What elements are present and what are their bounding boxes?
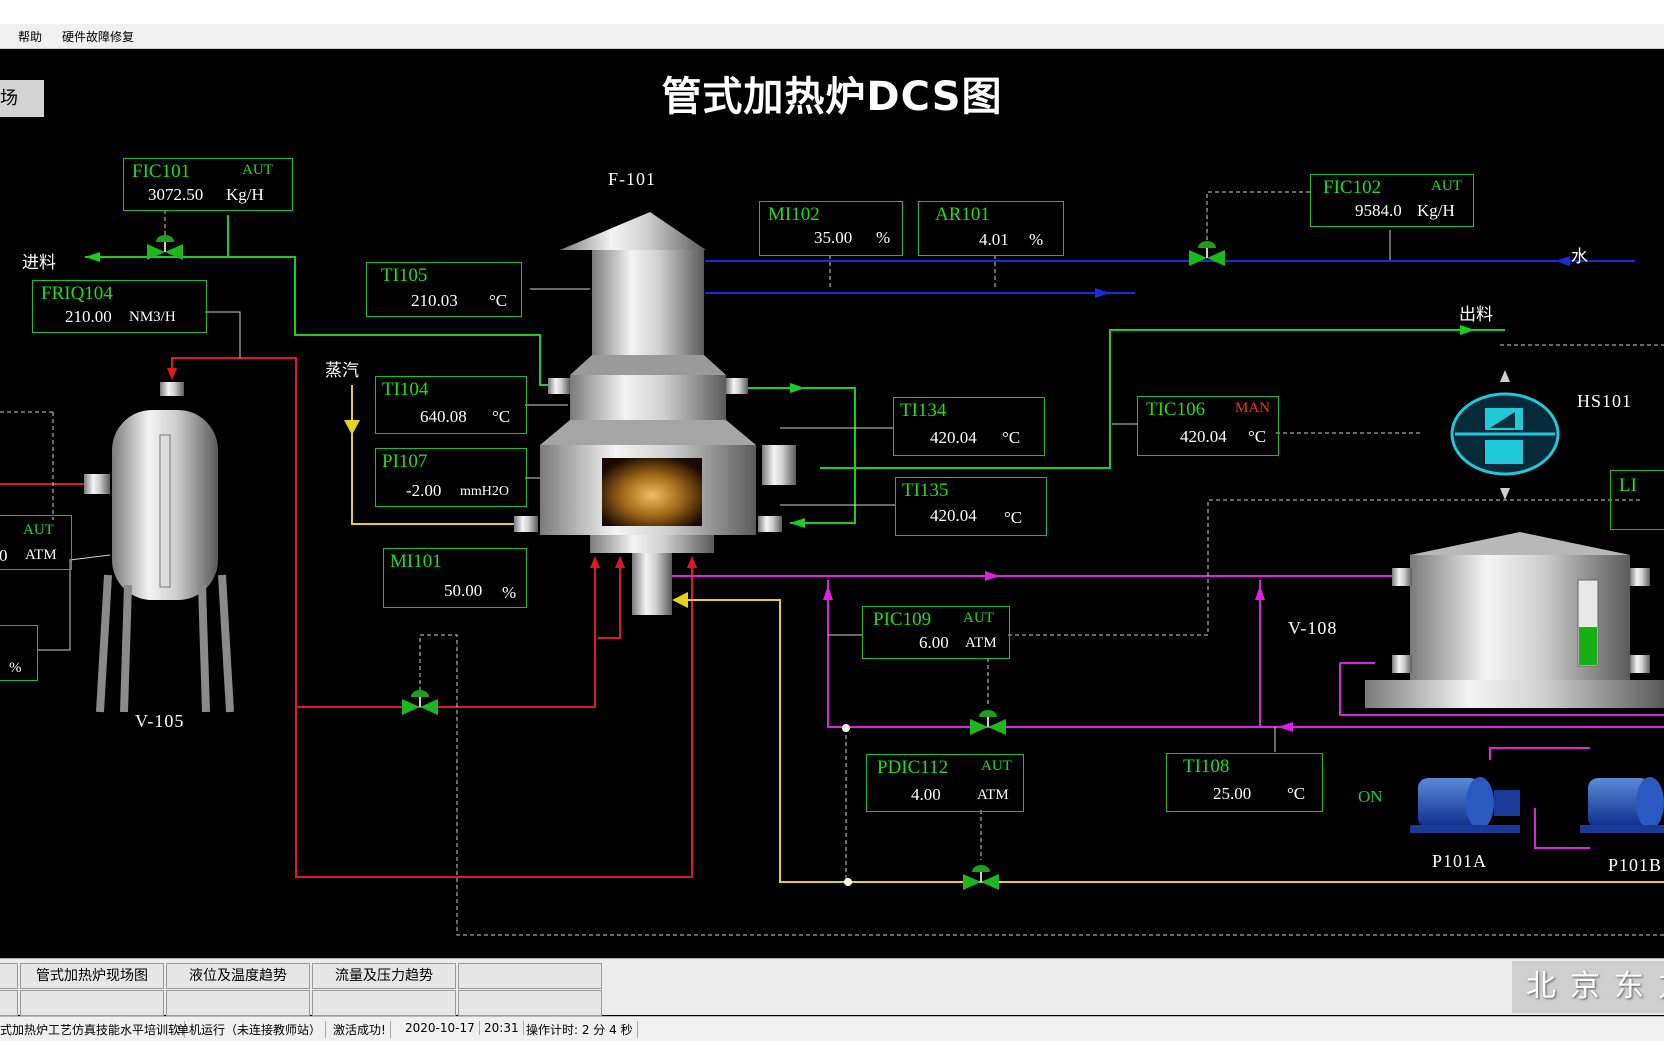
faceplate-fic101[interactable]: FIC101 AUT 3072.50 Kg/H: [123, 158, 293, 211]
status-app: 式加热炉工艺仿真技能水平培训软: [0, 1021, 186, 1038]
faceplate-pi107[interactable]: PI107 -2.00 mmH2O: [375, 448, 527, 507]
tab-blank-left-bottom[interactable]: [0, 990, 18, 1016]
pump-p101a: [1410, 777, 1520, 833]
status-date: 2020-10-17: [405, 1021, 480, 1035]
water-lines: [705, 260, 1635, 294]
tank-v108: [1365, 532, 1664, 708]
tab-blank-left-top[interactable]: [0, 963, 18, 989]
label-v108: V-108: [1288, 618, 1338, 638]
faceplate-mi102[interactable]: MI102 35.00 %: [759, 201, 903, 256]
label-water: 水: [1571, 247, 1588, 267]
menu-bar: 帮助 硬件故障修复: [0, 24, 1664, 49]
tab-level-temp-trend[interactable]: 液位及温度趋势: [166, 963, 310, 989]
exchanger-hs101: [1450, 370, 1560, 500]
status-activation: 激活成功!: [333, 1021, 391, 1038]
faceplate-left-pct[interactable]: %: [0, 625, 38, 681]
furnace-f101: [514, 212, 796, 615]
pump-p101b: [1580, 777, 1664, 833]
label-v105: V-105: [135, 711, 185, 731]
tab-blank-5[interactable]: [458, 990, 602, 1016]
v108-level-fill: [1579, 627, 1597, 665]
vessel-v105: [84, 382, 234, 713]
brand-logo-text: 北京东方: [1512, 961, 1664, 1013]
window-titlebar: [0, 0, 1664, 24]
label-p101a: P101A: [1432, 851, 1488, 871]
faceplate-fic102[interactable]: FIC102 AUT 9584.0 Kg/H: [1310, 174, 1474, 227]
page-title: 管式加热炉DCS图: [661, 74, 1003, 120]
menu-help[interactable]: 帮助: [18, 28, 42, 45]
label-product-out: 出料: [1459, 305, 1493, 325]
tab-blank-3[interactable]: [166, 990, 310, 1016]
faceplate-left-aut[interactable]: AUT 0 ATM: [0, 515, 72, 570]
tab-blank-1[interactable]: [458, 963, 602, 989]
faceplate-friq104[interactable]: FRIQ104 210.00 NM3/H: [32, 280, 207, 333]
tab-flow-pressure-trend[interactable]: 流量及压力趋势: [312, 963, 456, 989]
status-bar: 式加热炉工艺仿真技能水平培训软 单机运行（未连接教师站） 激活成功! 2020-…: [0, 1016, 1664, 1041]
tab-blank-2[interactable]: [20, 990, 164, 1016]
faceplate-ti108[interactable]: TI108 25.00 °C: [1166, 753, 1323, 812]
faceplate-ti134[interactable]: TI134 420.04 °C: [893, 397, 1045, 456]
faceplate-ti135[interactable]: TI135 420.04 °C: [895, 477, 1047, 536]
faceplate-mi101[interactable]: MI101 50.00 %: [383, 548, 527, 608]
tab-blank-4[interactable]: [312, 990, 456, 1016]
faceplate-ti105[interactable]: TI105 210.03 °C: [366, 262, 522, 317]
faceplate-pic109[interactable]: PIC109 AUT 6.00 ATM: [862, 606, 1010, 659]
label-pump-on: ON: [1358, 787, 1383, 806]
label-f101: F-101: [608, 169, 657, 189]
bottom-tab-bar: 管式加热炉现场图 液位及温度趋势 流量及压力趋势: [0, 958, 1664, 1016]
label-p101b: P101B: [1608, 855, 1663, 875]
menu-hardware-repair[interactable]: 硬件故障修复: [62, 28, 134, 45]
status-mode: 单机运行（未连接教师站）: [177, 1021, 327, 1038]
label-hs101: HS101: [1577, 391, 1633, 411]
label-steam: 蒸汽: [325, 361, 359, 381]
label-feed-in: 进料: [22, 253, 56, 273]
status-op-timer: 操作计时: 2 分 4 秒: [526, 1021, 638, 1038]
faceplate-ar101[interactable]: AR101 4.01 %: [918, 201, 1064, 256]
status-time: 20:31: [484, 1021, 524, 1035]
faceplate-li-partial[interactable]: LI: [1610, 470, 1664, 530]
faceplate-ti104[interactable]: TI104 640.08 °C: [375, 376, 527, 434]
faceplate-tic106[interactable]: TIC106 MAN 420.04 °C: [1137, 396, 1279, 456]
tab-furnace-field[interactable]: 管式加热炉现场图: [20, 963, 164, 989]
faceplate-pdic112[interactable]: PDIC112 AUT 4.00 ATM: [866, 754, 1024, 812]
